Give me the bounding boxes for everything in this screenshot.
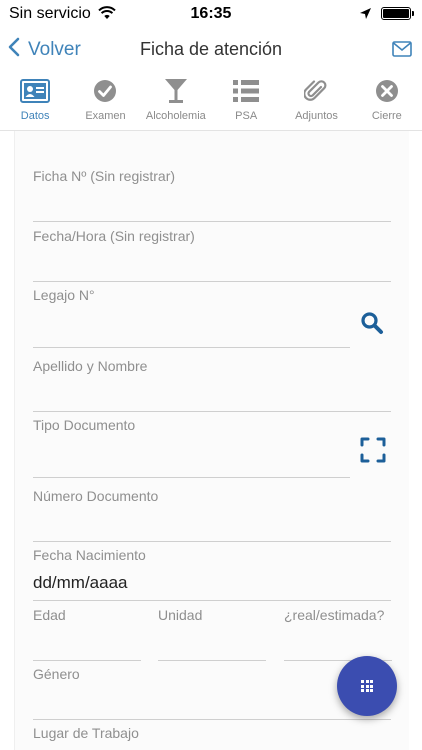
tab-cierre-label: Cierre: [371, 110, 402, 122]
tab-examen[interactable]: Examen: [70, 76, 140, 130]
real-estimada-field[interactable]: ¿real/estimada?: [284, 607, 392, 662]
edad-underline: [33, 660, 141, 661]
lugar-trabajo-field[interactable]: Lugar de Trabajo: [33, 725, 391, 750]
ficha-underline: [33, 221, 391, 222]
cocktail-glass-icon: [164, 76, 188, 106]
check-circle-icon: [93, 76, 117, 106]
tab-psa-label: PSA: [235, 110, 258, 122]
unidad-label: Unidad: [158, 607, 203, 623]
fecha-nacimiento-label: Fecha Nacimiento: [33, 547, 146, 563]
apps-fab-button[interactable]: [337, 656, 397, 716]
tab-adjuntos-label: Adjuntos: [295, 110, 338, 122]
navigation-bar: Volver Ficha de atención: [0, 28, 422, 72]
real-estimada-label: ¿real/estimada?: [284, 607, 385, 623]
tab-cierre[interactable]: Cierre: [352, 76, 422, 130]
fecha-hora-underline: [33, 281, 391, 282]
location-arrow-icon: [359, 7, 372, 25]
tipo-documento-underline: [33, 477, 350, 478]
fecha-nacimiento-value: dd/mm/aaaa: [33, 573, 128, 592]
paperclip-icon: [304, 76, 328, 106]
fecha-nacimiento-field[interactable]: Fecha Nacimiento dd/mm/aaaa: [33, 547, 391, 602]
legajo-underline: [33, 347, 350, 348]
tab-alcoholemia[interactable]: Alcoholemia: [141, 76, 211, 130]
scan-button[interactable]: [360, 437, 386, 468]
scan-frame-icon: [360, 437, 386, 467]
ficha-label: Ficha Nº (Sin registrar): [33, 168, 176, 184]
apellido-nombre-label: Apellido y Nombre: [33, 358, 148, 374]
mail-icon[interactable]: [392, 41, 412, 57]
numero-documento-field[interactable]: Número Documento: [33, 488, 391, 543]
search-icon: [360, 312, 384, 339]
tab-datos[interactable]: Datos: [0, 76, 70, 130]
status-bar: Sin servicio 16:35: [0, 0, 422, 28]
fecha-nacimiento-underline: [33, 600, 391, 601]
fecha-hora-field[interactable]: Fecha/Hora (Sin registrar): [33, 228, 391, 283]
unidad-underline: [158, 660, 266, 661]
legajo-field[interactable]: Legajo N°: [33, 287, 350, 350]
tab-datos-label: Datos: [20, 110, 50, 122]
tab-adjuntos[interactable]: Adjuntos: [281, 76, 351, 130]
id-card-icon: [20, 76, 51, 106]
tab-alcoholemia-label: Alcoholemia: [145, 110, 206, 122]
tipo-documento-field[interactable]: Tipo Documento: [33, 417, 350, 480]
edad-label: Edad: [33, 607, 66, 623]
back-button[interactable]: Volver: [8, 37, 81, 63]
tipo-documento-label: Tipo Documento: [33, 417, 136, 433]
back-label: Volver: [28, 39, 81, 60]
legajo-label: Legajo N°: [33, 287, 95, 303]
genero-label: Género: [33, 666, 80, 682]
fecha-hora-label: Fecha/Hora (Sin registrar): [33, 228, 195, 244]
patient-form: Ficha Nº (Sin registrar) Fecha/Hora (Sin…: [14, 131, 409, 750]
genero-underline: [33, 719, 391, 720]
apps-grid-icon: [361, 680, 373, 692]
unidad-field[interactable]: Unidad: [158, 607, 266, 662]
numero-documento-label: Número Documento: [33, 488, 159, 504]
list-icon: [233, 76, 260, 106]
apellido-nombre-underline: [33, 411, 391, 412]
apellido-nombre-field[interactable]: Apellido y Nombre: [33, 358, 391, 413]
ficha-field[interactable]: Ficha Nº (Sin registrar): [33, 168, 391, 223]
section-tabs: Datos Examen Alcoholemia PSA Adjuntos Ci…: [0, 76, 422, 131]
numero-documento-underline: [33, 541, 391, 542]
chevron-left-icon: [8, 37, 20, 63]
battery-icon: [381, 7, 414, 20]
tab-examen-label: Examen: [85, 110, 126, 122]
tab-psa[interactable]: PSA: [211, 76, 281, 130]
search-button[interactable]: [360, 311, 384, 340]
edad-field[interactable]: Edad: [33, 607, 141, 662]
lugar-trabajo-label: Lugar de Trabajo: [33, 725, 139, 741]
close-circle-icon: [375, 76, 399, 106]
